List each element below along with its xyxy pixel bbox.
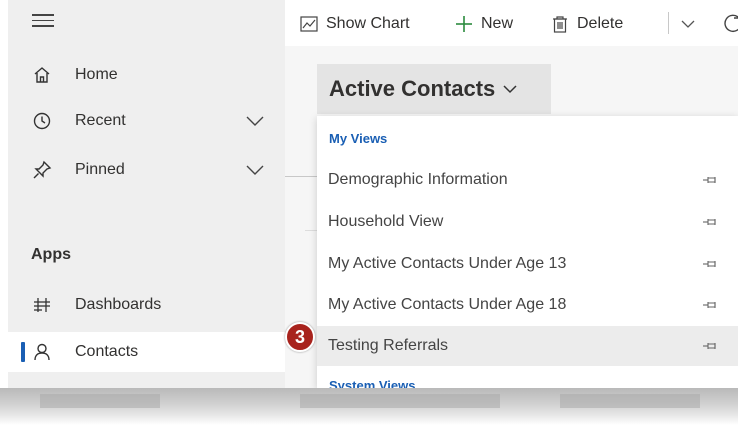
trash-icon: [553, 16, 567, 33]
pin-icon: [33, 160, 52, 179]
delete-label: Delete: [577, 15, 624, 32]
screenshot-edge: [0, 388, 738, 425]
delete-button[interactable]: Delete: [551, 12, 623, 36]
sidebar-item-recent[interactable]: Recent: [8, 101, 285, 141]
view-selector-button[interactable]: Active Contacts: [317, 64, 551, 114]
more-commands-chevron-icon[interactable]: [681, 19, 695, 29]
view-option-label: Demographic Information: [328, 171, 508, 188]
pin-icon[interactable]: [703, 300, 717, 310]
step-callout-badge: 3: [285, 322, 315, 352]
home-icon: [34, 67, 50, 83]
view-dropdown: My Views Demographic Information Househo…: [317, 116, 738, 388]
sidebar-item-label: Recent: [75, 112, 126, 129]
sidebar-item-pinned[interactable]: Pinned: [8, 150, 285, 190]
new-button[interactable]: New: [455, 12, 513, 36]
sidebar-item-label: Pinned: [75, 161, 125, 178]
new-label: New: [481, 15, 514, 32]
app-window: Home Recent Pinned Apps Dashboards Conta…: [8, 0, 738, 395]
chart-icon: [300, 16, 318, 32]
system-views-heading: System Views: [329, 378, 416, 388]
view-option[interactable]: My Active Contacts Under Age 18: [317, 285, 738, 325]
clock-icon: [33, 112, 51, 130]
chevron-down-icon: [503, 85, 517, 94]
pin-icon[interactable]: [703, 175, 717, 185]
chevron-down-icon[interactable]: [246, 164, 264, 176]
view-option-label: My Active Contacts Under Age 13: [328, 255, 567, 272]
show-chart-label: Show Chart: [326, 15, 410, 32]
main-content: Show Chart New Delete Active Contacts My…: [285, 0, 738, 388]
apps-heading: Apps: [31, 246, 71, 263]
view-option[interactable]: Demographic Information: [317, 160, 738, 200]
view-option-label: My Active Contacts Under Age 18: [328, 296, 567, 313]
show-chart-button[interactable]: Show Chart: [300, 12, 410, 36]
view-selector-label: Active Contacts: [329, 76, 496, 101]
hamburger-icon[interactable]: [32, 14, 54, 30]
sidebar-item-label: Home: [75, 66, 118, 83]
dashboard-icon: [34, 298, 50, 312]
command-bar: Show Chart New Delete: [285, 0, 738, 46]
pin-icon[interactable]: [703, 259, 717, 269]
view-option-label: Testing Referrals: [328, 337, 449, 354]
sidebar-item-contacts[interactable]: Contacts: [8, 332, 285, 372]
sidebar: Home Recent Pinned Apps Dashboards Conta…: [8, 0, 285, 388]
sidebar-item-label: Contacts: [75, 343, 139, 360]
pin-icon[interactable]: [703, 217, 717, 227]
view-option-testing-referrals[interactable]: Testing Referrals: [317, 326, 738, 366]
view-option-label: Household View: [328, 213, 444, 230]
view-option[interactable]: Household View: [317, 202, 738, 242]
command-separator: [668, 12, 669, 34]
my-views-heading: My Views: [329, 131, 388, 146]
sidebar-item-dashboards[interactable]: Dashboards: [8, 285, 285, 325]
sidebar-item-label: Dashboards: [75, 296, 162, 313]
sidebar-item-home[interactable]: Home: [8, 55, 285, 95]
view-option[interactable]: My Active Contacts Under Age 13: [317, 244, 738, 284]
plus-icon: [456, 16, 472, 32]
person-icon: [34, 343, 50, 361]
pin-icon[interactable]: [703, 341, 717, 351]
selection-indicator: [21, 342, 25, 362]
chevron-down-icon[interactable]: [246, 115, 264, 127]
refresh-icon[interactable]: [722, 12, 738, 34]
